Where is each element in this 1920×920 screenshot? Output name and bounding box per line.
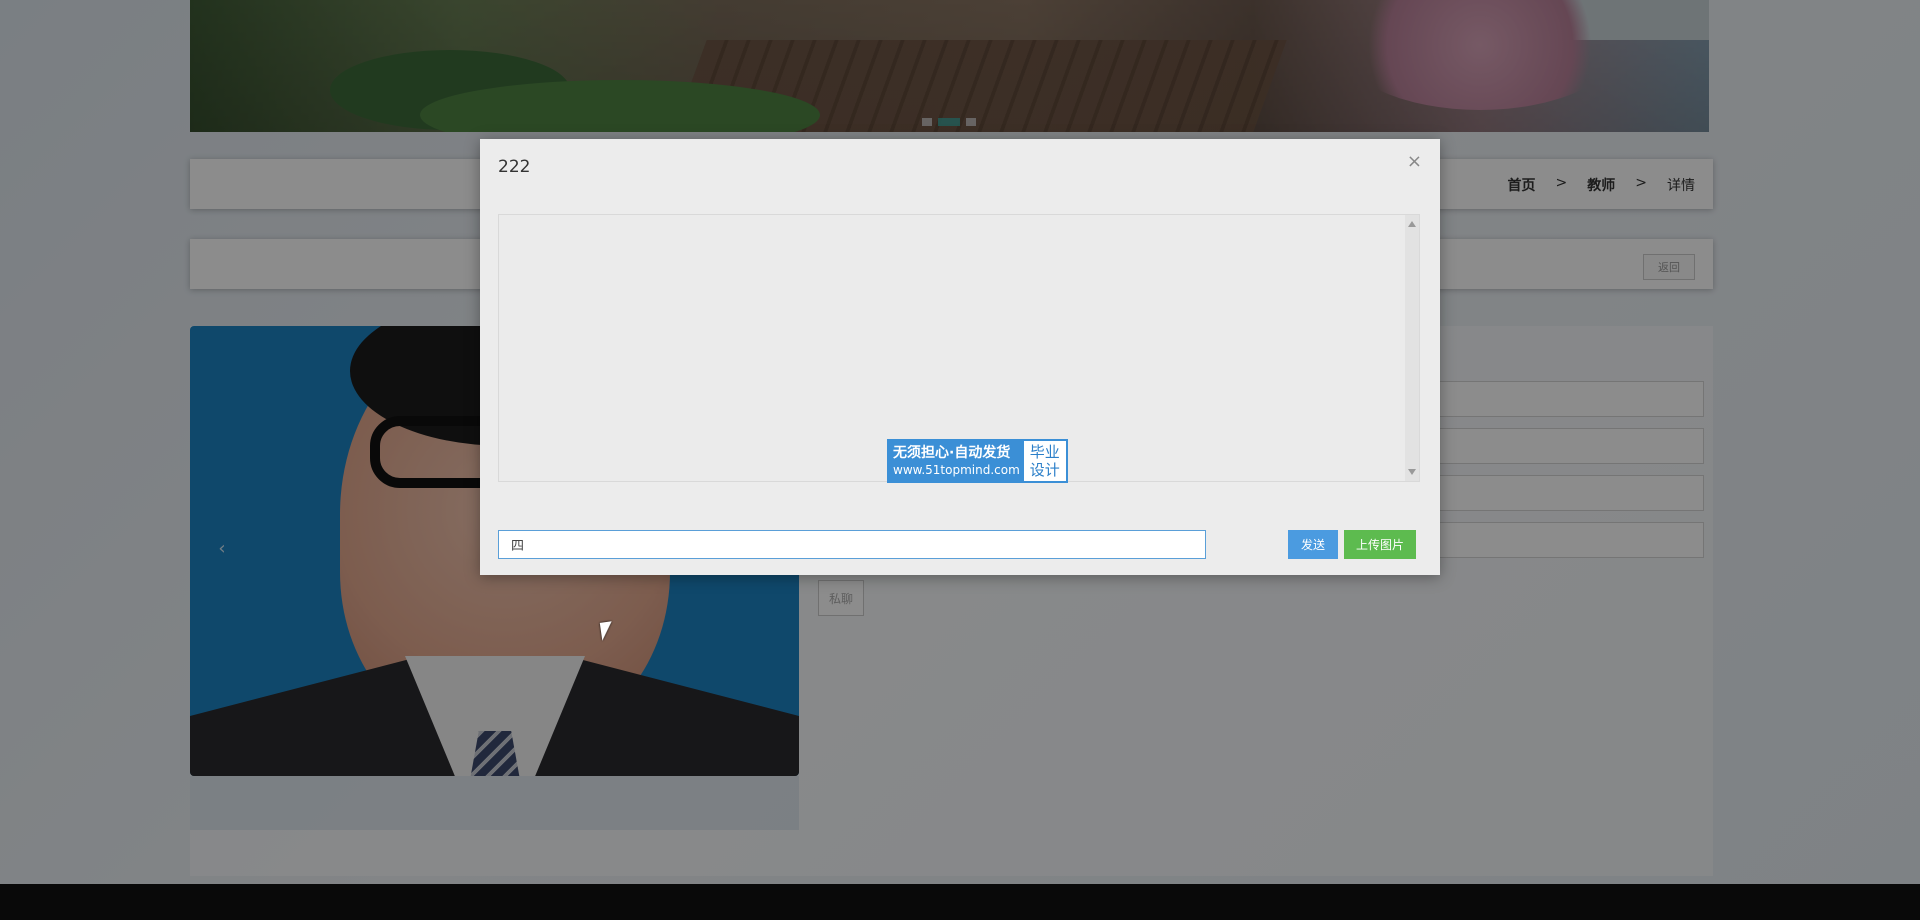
close-icon[interactable]: × bbox=[1407, 153, 1422, 171]
watermark-url: www.51topmind.com bbox=[893, 463, 1020, 477]
message-history[interactable]: 无须担心·自动发货 www.51topmind.com 毕业 设计 bbox=[498, 214, 1420, 483]
dialog-title: 222 bbox=[498, 157, 531, 177]
mouse-cursor-icon bbox=[599, 621, 615, 641]
watermark-side-text: 设计 bbox=[1029, 461, 1060, 479]
watermark-side-text: 毕业 bbox=[1029, 443, 1060, 461]
upload-image-button[interactable]: 上传图片 bbox=[1344, 530, 1416, 559]
scroll-up-arrow-icon[interactable] bbox=[1408, 221, 1416, 227]
message-input[interactable] bbox=[498, 530, 1206, 559]
watermark-text: 无须担心·自动发货 bbox=[893, 445, 1011, 461]
scroll-down-arrow-icon[interactable] bbox=[1408, 469, 1416, 475]
watermark-badge: 无须担心·自动发货 www.51topmind.com 毕业 设计 bbox=[887, 439, 1068, 483]
chat-dialog: 222 × 无须担心·自动发货 www.51topmind.com 毕业 设计 … bbox=[480, 139, 1440, 575]
send-button[interactable]: 发送 bbox=[1288, 530, 1338, 559]
scrollbar[interactable] bbox=[1405, 215, 1419, 481]
